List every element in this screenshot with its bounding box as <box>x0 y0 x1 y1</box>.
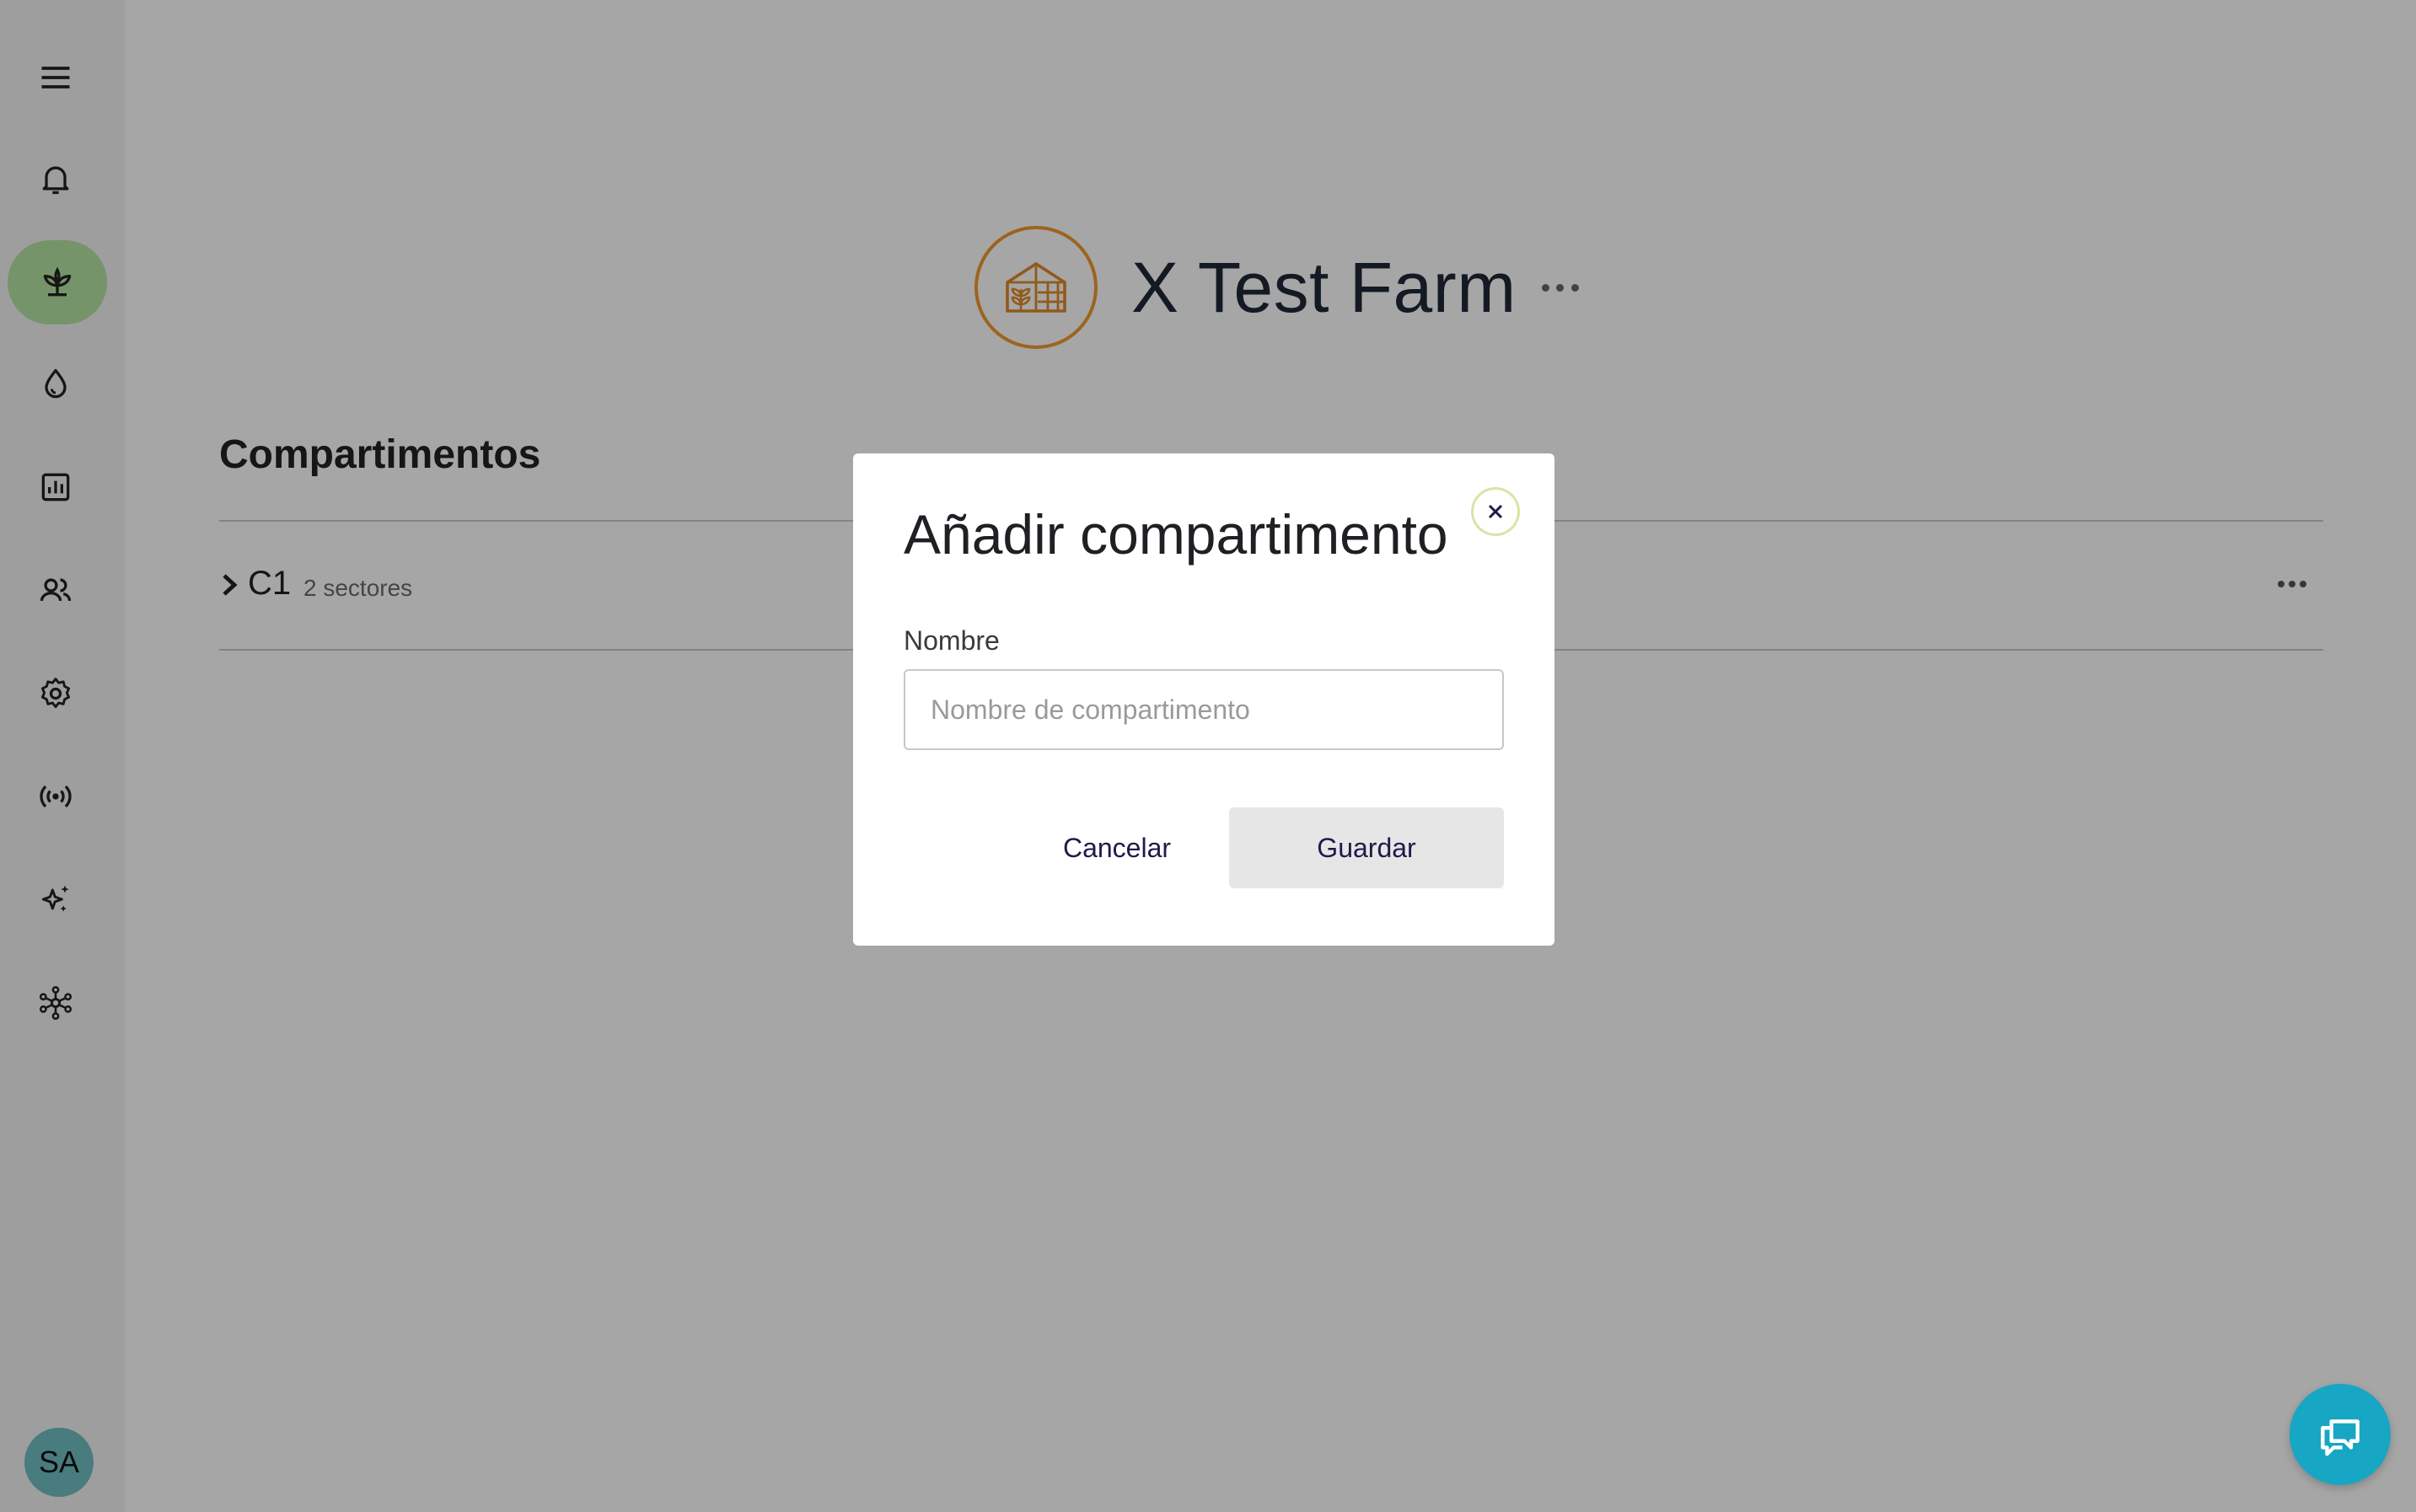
close-button[interactable] <box>1471 487 1520 536</box>
name-field-label: Nombre <box>904 625 1000 656</box>
chat-button[interactable] <box>2290 1384 2391 1485</box>
chat-icon <box>2321 1419 2360 1456</box>
dialog-title: Añadir compartimento <box>904 503 1448 566</box>
save-button[interactable]: Guardar <box>1229 807 1504 888</box>
cancel-button[interactable]: Cancelar <box>1022 807 1212 888</box>
close-icon <box>1488 504 1503 519</box>
compartment-name-input[interactable] <box>904 669 1504 750</box>
add-compartment-dialog: Añadir compartimento Nombre Cancelar Gua… <box>853 453 1554 946</box>
